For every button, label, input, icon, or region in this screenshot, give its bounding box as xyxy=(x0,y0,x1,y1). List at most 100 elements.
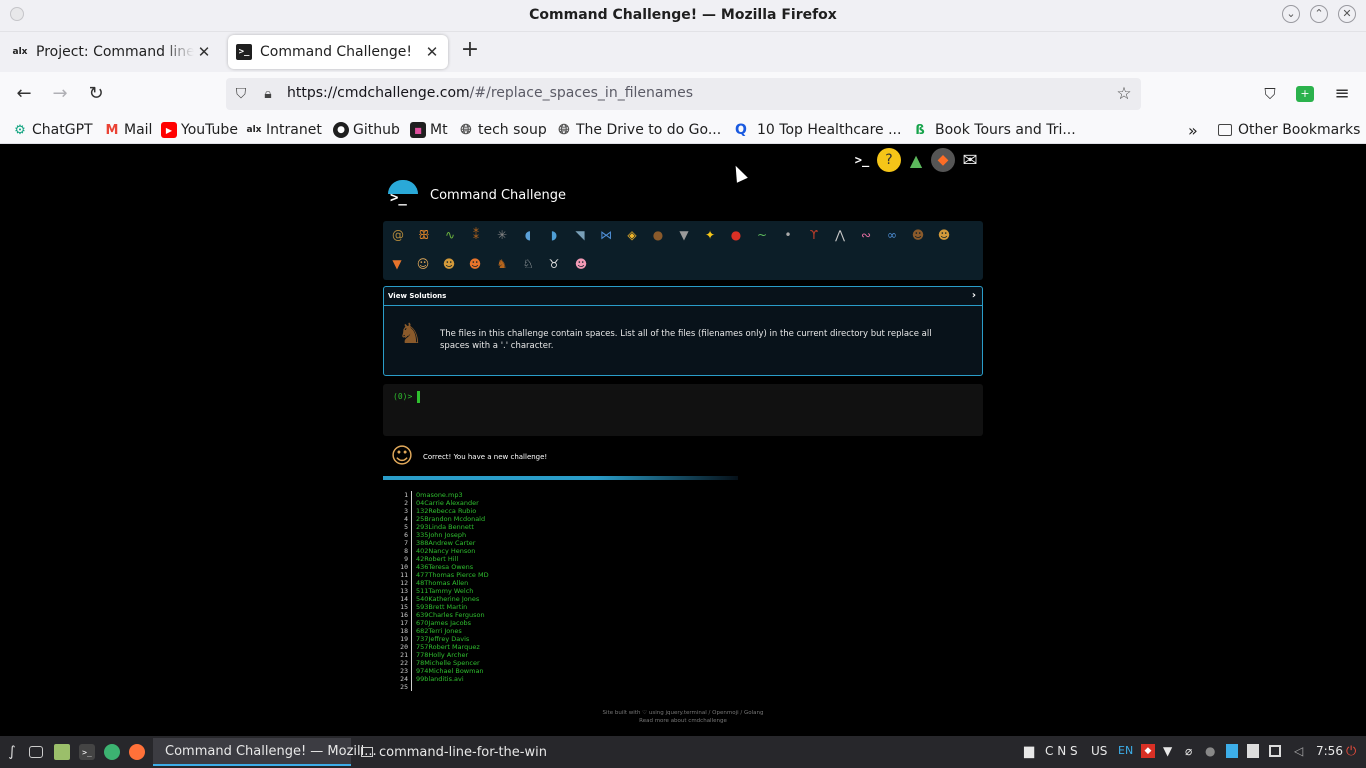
other-bookmarks-folder[interactable]: Other Bookmarks xyxy=(1218,120,1360,140)
view-solutions-toggle[interactable]: View Solutions › xyxy=(384,287,982,306)
bookmark-tech-soup[interactable]: 🌐︎ tech soup xyxy=(458,120,546,140)
minimize-button[interactable]: ⌄ xyxy=(1282,5,1300,23)
wolf-icon[interactable]: ▼ xyxy=(673,224,695,246)
file-manager-icon[interactable] xyxy=(54,744,70,760)
app-tray-icon[interactable]: ◆ xyxy=(1141,744,1155,758)
shark-icon[interactable]: ◥ xyxy=(569,224,591,246)
cow-icon[interactable]: ♉ xyxy=(543,253,565,275)
screenshot-icon[interactable] xyxy=(1269,745,1281,757)
tiger-icon[interactable]: ☻ xyxy=(438,253,460,275)
filename: 48Thomas Allen xyxy=(416,579,469,587)
bookmark-the-drive[interactable]: 🌐︎ The Drive to do Go... xyxy=(556,120,721,140)
read-more-link[interactable]: Read more about cmdchallenge xyxy=(483,717,883,725)
desktop-icon[interactable] xyxy=(29,746,43,758)
taskbar-window-firefox[interactable]: Command Challenge! — Mozill... xyxy=(153,738,377,766)
unicorn-icon[interactable]: ♘ xyxy=(517,253,539,275)
worm-icon[interactable]: ∾ xyxy=(855,224,877,246)
folder-icon xyxy=(361,747,373,757)
mail-icon[interactable]: ✉ xyxy=(958,148,982,172)
tree-icon[interactable]: ▲ xyxy=(904,148,928,172)
lion-icon[interactable]: ☺ xyxy=(412,253,434,275)
tropical-fish-icon[interactable]: ◈ xyxy=(621,224,643,246)
bookmark-youtube[interactable]: ▶ YouTube xyxy=(161,120,238,140)
menu-hamburger-icon[interactable]: ≡ xyxy=(1332,84,1352,104)
brand-title: Command Challenge xyxy=(430,187,566,203)
forward-arrow-icon[interactable]: → xyxy=(50,84,70,104)
ant-icon[interactable]: ⁑ xyxy=(465,224,487,246)
mosquito-icon[interactable]: • xyxy=(777,224,799,246)
bookmark-mail[interactable]: M Mail xyxy=(104,120,153,140)
horse-icon[interactable]: ♞ xyxy=(491,253,513,275)
fly-icon[interactable]: ⋀ xyxy=(829,224,851,246)
volume-muted-icon[interactable]: ◁ xyxy=(1294,744,1303,758)
paperclip-icon[interactable]: ⌀ xyxy=(1185,744,1192,758)
close-tab-icon[interactable]: ✕ xyxy=(194,42,214,62)
output-line: 10 436Teresa Owens xyxy=(398,563,489,571)
dog-icon[interactable]: ☻ xyxy=(933,224,955,246)
extension-icon[interactable]: + xyxy=(1296,86,1314,102)
bookmark-intranet[interactable]: alx Intranet xyxy=(246,120,322,140)
back-arrow-icon[interactable]: ← xyxy=(14,84,34,104)
bookmarks-overflow-icon[interactable]: » xyxy=(1188,120,1198,140)
terminal-input[interactable]: (0)> xyxy=(383,384,983,436)
dolphin-icon[interactable]: ◗ xyxy=(543,224,565,246)
fish-icon[interactable]: ⋈ xyxy=(595,224,617,246)
tab-project-command-line[interactable]: alx Project: Command line fo ✕ xyxy=(4,35,220,69)
bookmark-github[interactable]: ● Github xyxy=(333,120,400,140)
firefox-icon[interactable] xyxy=(129,744,145,760)
close-window-button[interactable]: ✕ xyxy=(1338,5,1356,23)
cmdchallenge-icon[interactable]: >_ xyxy=(850,148,874,172)
close-tab-icon[interactable]: ✕ xyxy=(422,42,442,62)
folder-icon[interactable]: ▆ xyxy=(1024,744,1034,759)
shield-icon[interactable]: ⛉ xyxy=(232,85,250,103)
keyboard-layout[interactable]: US xyxy=(1091,744,1107,758)
oops-face-icon[interactable]: ? xyxy=(877,148,901,172)
new-tab-button[interactable]: + xyxy=(458,39,482,63)
pig-icon[interactable]: ☻ xyxy=(570,253,592,275)
power-icon[interactable]: ⏻ xyxy=(1346,744,1356,759)
wifi-icon[interactable]: ▼ xyxy=(1163,744,1172,758)
ladybug-icon[interactable]: ● xyxy=(725,224,747,246)
bookmark-healthcare[interactable]: Q 10 Top Healthcare ... xyxy=(733,120,901,140)
line-number: 16 xyxy=(398,611,412,619)
terminal-icon[interactable]: >_ xyxy=(79,744,95,760)
maximize-button[interactable]: ⌃ xyxy=(1310,5,1328,23)
bookmark-book-tours[interactable]: ß Book Tours and Tri... xyxy=(912,120,1075,140)
clipboard-icon[interactable] xyxy=(1247,744,1259,758)
whale-icon[interactable]: ◖ xyxy=(517,224,539,246)
lock-icon[interactable]: 🔒︎ xyxy=(259,85,277,103)
bookmark-chatgpt[interactable]: ⚙ ChatGPT xyxy=(12,120,92,140)
reload-icon[interactable]: ↻ xyxy=(86,84,106,104)
settings-icon[interactable]: ● xyxy=(1205,744,1215,758)
caterpillar-icon[interactable]: ∿ xyxy=(439,224,461,246)
filename: 293Linda Bennett xyxy=(416,523,474,531)
bee-icon[interactable]: ✦ xyxy=(699,224,721,246)
lizard-icon[interactable]: ~ xyxy=(751,224,773,246)
snail-icon[interactable]: @ xyxy=(387,224,409,246)
tab-command-challenge[interactable]: >_ Command Challenge! ✕ xyxy=(228,35,448,69)
notes-icon[interactable] xyxy=(1226,744,1238,758)
scorpion-icon[interactable]: ϒ xyxy=(803,224,825,246)
gitlab-icon[interactable]: ◆ xyxy=(931,148,955,172)
url-bar[interactable]: ⛉ 🔒︎ https://cmdchallenge.com/#/replace_… xyxy=(226,78,1141,110)
pocket-icon[interactable]: ⛉ xyxy=(1260,84,1280,104)
app-launcher-icon[interactable]: ∫ xyxy=(4,744,20,760)
url-text[interactable]: https://cmdchallenge.com/#/replace_space… xyxy=(287,85,693,101)
bookmark-star-icon[interactable]: ☆ xyxy=(1115,85,1133,103)
bookmark-mt[interactable]: ■ Mt xyxy=(410,120,448,140)
monkey-icon[interactable]: ☻ xyxy=(907,224,929,246)
line-number: 13 xyxy=(398,587,412,595)
fox-icon[interactable]: ▼ xyxy=(386,253,408,275)
output-line: 7 388Andrew Carter xyxy=(398,539,489,547)
taskbar-window-folder[interactable]: command-line-for-the-win xyxy=(355,738,555,766)
browser-icon[interactable] xyxy=(104,744,120,760)
butterfly-icon[interactable]: ꕥ xyxy=(413,224,435,246)
link-icon[interactable]: ∞ xyxy=(881,224,903,246)
navigation-bar: ← → ↻ ⛉ 🔒︎ https://cmdchallenge.com/#/re… xyxy=(0,72,1366,116)
filename: 436Teresa Owens xyxy=(416,563,474,571)
brand-header[interactable]: >_ Command Challenge xyxy=(388,180,566,210)
input-language[interactable]: EN xyxy=(1118,744,1133,757)
hedgehog-icon[interactable]: ● xyxy=(647,224,669,246)
tiger-face-icon[interactable]: ☻ xyxy=(464,253,486,275)
spider-icon[interactable]: ✳ xyxy=(491,224,513,246)
